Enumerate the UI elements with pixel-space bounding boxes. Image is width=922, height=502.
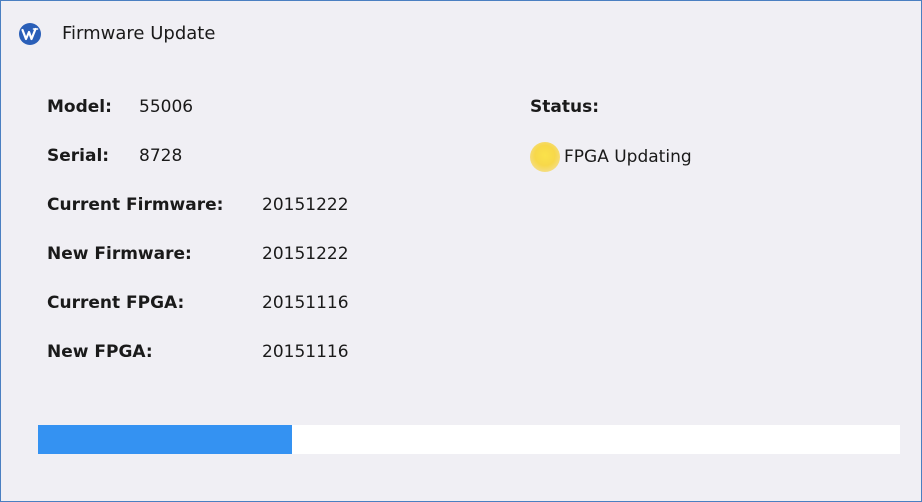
new-fpga-value: 20151116 bbox=[262, 342, 349, 362]
progress-bar-fill bbox=[38, 425, 293, 454]
title-bar[interactable]: Firmware Update bbox=[1, 1, 921, 71]
current-fpga-label: Current FPGA: bbox=[47, 293, 185, 313]
new-fpga-label: New FPGA: bbox=[47, 342, 153, 362]
status-text: FPGA Updating bbox=[564, 147, 692, 167]
firmware-update-window: Firmware Update Model: 55006 Serial: 872… bbox=[0, 0, 922, 502]
current-firmware-value: 20151222 bbox=[262, 195, 349, 215]
current-fpga-value: 20151116 bbox=[262, 293, 349, 313]
model-label: Model: bbox=[47, 97, 112, 117]
progress-bar bbox=[38, 425, 900, 454]
model-value: 55006 bbox=[139, 97, 194, 117]
app-logo-icon bbox=[19, 23, 41, 45]
status-indicator-icon bbox=[530, 142, 560, 172]
serial-value: 8728 bbox=[139, 146, 183, 166]
window-title: Firmware Update bbox=[62, 23, 216, 44]
new-firmware-value: 20151222 bbox=[262, 244, 349, 264]
current-firmware-label: Current Firmware: bbox=[47, 195, 224, 215]
serial-label: Serial: bbox=[47, 146, 110, 166]
new-firmware-label: New Firmware: bbox=[47, 244, 192, 264]
status-label: Status: bbox=[530, 97, 599, 117]
